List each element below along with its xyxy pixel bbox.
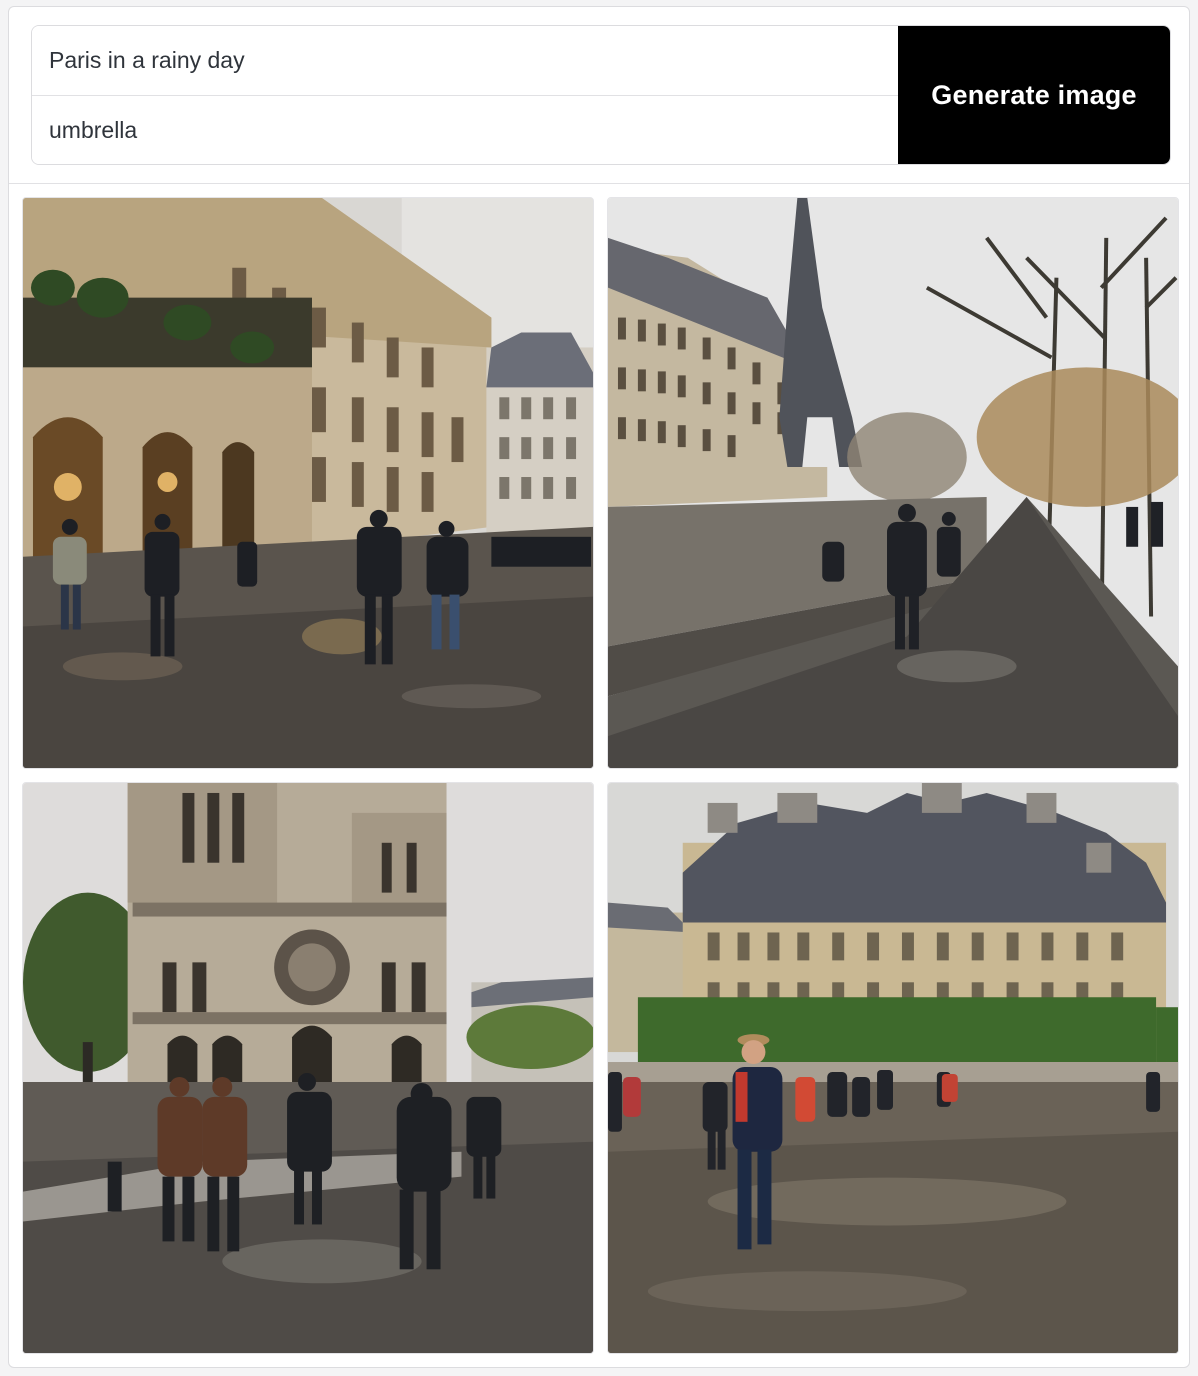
image-gallery	[22, 197, 1180, 1357]
generated-image-2	[608, 198, 1178, 768]
generated-image-4	[608, 783, 1178, 1353]
prompt-input[interactable]: Paris in a rainy day	[32, 26, 898, 95]
prompt-inputs: Paris in a rainy day umbrella	[32, 26, 898, 164]
generated-image-3	[23, 783, 593, 1353]
prompt-input-value: Paris in a rainy day	[49, 47, 245, 73]
app-window: Paris in a rainy day umbrella Generate i…	[8, 6, 1190, 1368]
prompt-form: Paris in a rainy day umbrella Generate i…	[31, 25, 1171, 165]
generate-image-button[interactable]: Generate image	[898, 26, 1170, 164]
gallery-image-2[interactable]	[607, 197, 1179, 769]
gallery-image-4[interactable]	[607, 782, 1179, 1354]
divider	[9, 183, 1189, 184]
generated-image-1	[23, 198, 593, 768]
gallery-image-3[interactable]	[22, 782, 594, 1354]
negative-prompt-input[interactable]: umbrella	[32, 95, 898, 164]
gallery-image-1[interactable]	[22, 197, 594, 769]
negative-prompt-input-value: umbrella	[49, 116, 138, 143]
